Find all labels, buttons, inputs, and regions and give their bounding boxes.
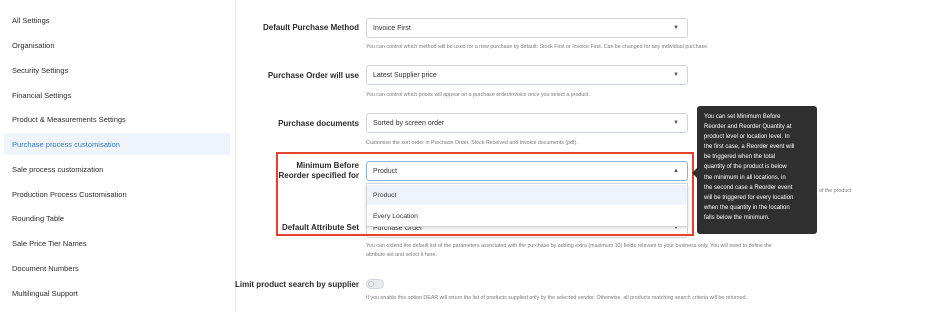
highlight-annotation-box — [276, 152, 694, 236]
sidebar-item-all-settings[interactable]: All Settings — [4, 9, 230, 31]
sidebar-item-label: Document Numbers — [12, 263, 79, 273]
sidebar-item-financial-settings[interactable]: Financial Settings — [4, 84, 230, 106]
sidebar-item-security-settings[interactable]: Security Settings — [4, 59, 230, 81]
tooltip-line: the minimum in all locations, in — [704, 174, 786, 181]
reorder-tooltip: You can set Minimum Before Reorder and R… — [692, 106, 817, 234]
purchase-order-price-value: Latest Supplier price — [373, 71, 437, 79]
sidebar-item-label: Sale Price Tier Names — [12, 238, 87, 248]
sidebar-item-sale-process[interactable]: Sale process customization — [4, 158, 230, 180]
sidebar-item-label: Rounding Table — [12, 213, 64, 223]
sidebar-item-label: Organisation — [12, 40, 55, 50]
sidebar-item-production-process[interactable]: Production Process Customisation — [4, 183, 230, 205]
tooltip-line: product level or location level. In — [704, 134, 790, 141]
tooltip-line: the second case a Reorder event — [704, 184, 793, 191]
purchase-method-help: You can control which method will be use… — [366, 44, 709, 50]
purchase-order-price-select[interactable]: Latest Supplier price ▼ — [366, 65, 688, 85]
purchase-order-price-label: Purchase Order will use — [267, 71, 359, 80]
settings-sidebar: All Settings Organisation Security Setti… — [0, 0, 236, 312]
sidebar-item-rounding-table[interactable]: Rounding Table — [4, 207, 230, 229]
tooltip-line: falls below the minimum. — [704, 214, 770, 221]
chevron-down-icon: ▼ — [673, 120, 679, 126]
reorder-help-tail-line1: of the product — [819, 188, 852, 194]
attribute-set-help-line1: You can extend the default list of the p… — [366, 243, 772, 249]
attribute-set-help-line2: attribute set and select it here. — [366, 252, 437, 258]
tooltip-line: the first case, a Reorder event will — [704, 144, 795, 151]
sidebar-item-label: Product & Measurements Settings — [12, 114, 126, 124]
purchase-method-select[interactable]: Invoice First ▼ — [366, 18, 688, 38]
tooltip-line: Reorder and Reorder Quantity at — [704, 124, 792, 131]
purchase-order-price-help: You can control which prices will appear… — [366, 92, 590, 98]
sidebar-item-label: Purchase process customisation — [12, 139, 120, 149]
sidebar-item-multilingual-support[interactable]: Multilingual Support — [4, 282, 230, 304]
purchase-method-value: Invoice First — [373, 24, 411, 32]
sidebar-item-sale-price-tier-names[interactable]: Sale Price Tier Names — [4, 232, 230, 254]
tooltip-line: quantity of the product is below — [704, 164, 787, 171]
limit-search-label: Limit product search by supplier — [234, 280, 359, 289]
sidebar-item-label: Multilingual Support — [12, 288, 78, 298]
chevron-down-icon: ▼ — [673, 25, 679, 31]
sidebar-item-label: Sale process customization — [12, 164, 104, 174]
purchase-documents-select[interactable]: Sorted by screen order ▼ — [366, 113, 688, 133]
limit-search-help: If you enable this option DEAR will retu… — [366, 295, 747, 301]
sidebar-item-label: Financial Settings — [12, 90, 72, 100]
sidebar-item-label: Production Process Customisation — [12, 189, 127, 199]
limit-search-toggle[interactable] — [366, 279, 384, 289]
tooltip-line: when the quantity in the location — [704, 204, 790, 211]
sidebar-item-organisation[interactable]: Organisation — [4, 34, 230, 56]
purchase-documents-value: Sorted by screen order — [373, 119, 445, 127]
sidebar-item-label: All Settings — [12, 15, 50, 25]
tooltip-line: will be triggered for every location — [704, 194, 794, 201]
purchase-method-label: Default Purchase Method — [262, 23, 359, 32]
purchase-documents-help: Customise the sort order in Purchase Ord… — [366, 140, 578, 146]
tooltip-line: You can set Minimum Before — [704, 114, 781, 120]
sidebar-item-purchase-process[interactable]: Purchase process customisation — [4, 133, 230, 155]
sidebar-item-product-measurements[interactable]: Product & Measurements Settings — [4, 108, 230, 130]
tooltip-line: be triggered when the total — [704, 154, 776, 161]
sidebar-item-label: Security Settings — [12, 65, 69, 75]
chevron-down-icon: ▼ — [673, 72, 679, 78]
toggle-knob — [368, 281, 374, 287]
purchase-documents-label: Purchase documents — [278, 119, 359, 128]
sidebar-item-document-numbers[interactable]: Document Numbers — [4, 257, 230, 279]
